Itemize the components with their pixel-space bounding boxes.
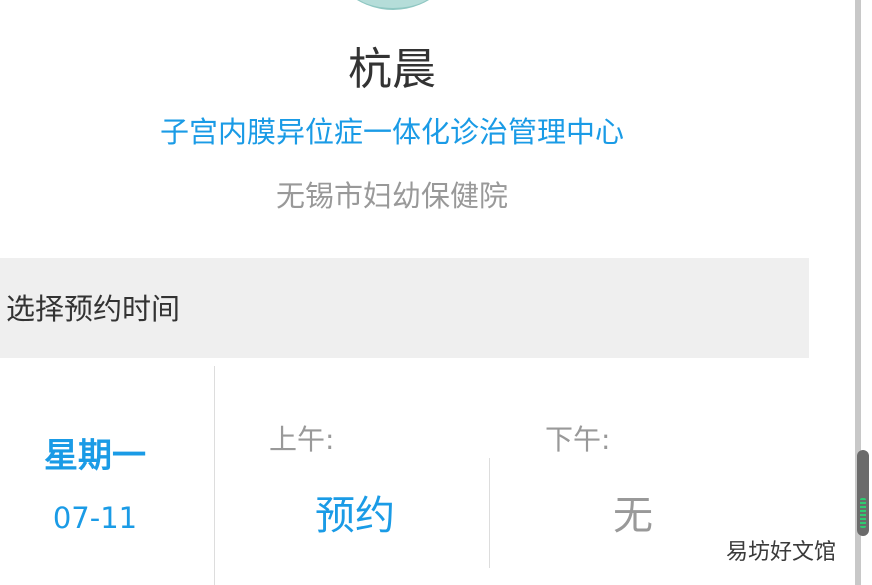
watermark: 易坊好文馆 bbox=[726, 540, 837, 565]
section-title: 选择预约时间 bbox=[6, 292, 181, 326]
morning-label: 上午: bbox=[269, 423, 335, 456]
date-label: 07-11 bbox=[52, 501, 138, 535]
schedule-row: 星期一 07-11 上午: 预约 下午: 无 bbox=[0, 358, 809, 585]
doctor-department: 子宫内膜异位症一体化诊治管理中心 bbox=[159, 115, 624, 149]
scrollbar-grip-icon bbox=[860, 498, 866, 528]
weekday-label: 星期一 bbox=[44, 436, 146, 476]
afternoon-status: 无 bbox=[613, 493, 653, 539]
scrollbar-thumb[interactable] bbox=[857, 450, 869, 536]
morning-book-button[interactable]: 预约 bbox=[290, 490, 420, 542]
appointment-section-header: 选择预约时间 bbox=[0, 258, 809, 358]
doctor-hospital: 无锡市妇幼保健院 bbox=[275, 179, 508, 213]
day-column: 星期一 07-11 bbox=[0, 358, 214, 585]
doctor-name: 杭晨 bbox=[348, 44, 436, 95]
page-area: 杭晨 子宫内膜异位症一体化诊治管理中心 无锡市妇幼保健院 选择预约时间 星期一 … bbox=[0, 0, 809, 585]
session-divider bbox=[489, 458, 490, 568]
doctor-avatar bbox=[323, 0, 463, 10]
afternoon-label: 下午: bbox=[545, 423, 611, 456]
column-divider bbox=[214, 366, 215, 585]
